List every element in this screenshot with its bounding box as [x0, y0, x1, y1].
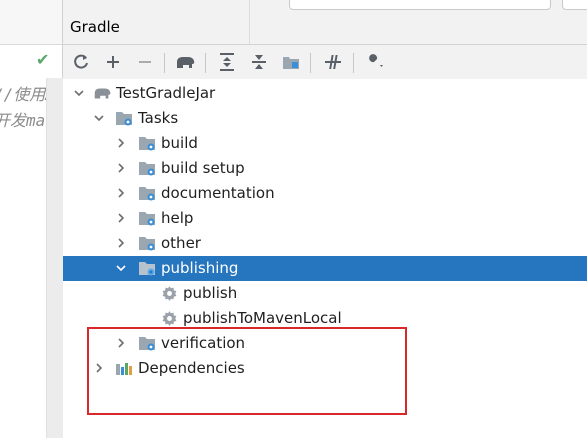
- checkmark-icon: ✔: [36, 50, 50, 69]
- tree-label-publish-to-maven-local: publishToMavenLocal: [183, 309, 342, 327]
- toolbar-separator: [310, 53, 311, 73]
- tree-row-build[interactable]: build: [63, 131, 587, 156]
- chevron-right-icon[interactable]: [114, 233, 128, 253]
- chevron-right-icon[interactable]: [114, 133, 128, 153]
- tree-row-tasks[interactable]: Tasks: [63, 106, 587, 131]
- tree-row-documentation[interactable]: documentation: [63, 181, 587, 206]
- gradle-tree: TestGradleJar Tasks build build setup do…: [63, 80, 587, 438]
- chevron-right-icon[interactable]: [92, 358, 106, 378]
- chevron-down-icon[interactable]: [72, 83, 86, 103]
- editor-scroll-gutter: [46, 78, 63, 438]
- gear-icon: [161, 310, 179, 327]
- task-folder-icon: [138, 260, 156, 277]
- task-folder-icon: [138, 210, 156, 227]
- tree-label-build: build: [161, 134, 198, 152]
- refresh-icon[interactable]: [69, 50, 93, 74]
- gradle-title: Gradle: [70, 18, 120, 36]
- dependencies-icon: [115, 360, 133, 377]
- chevron-down-icon[interactable]: [92, 108, 106, 128]
- toolbar-separator: [353, 53, 354, 73]
- gradle-tool-window: Gradle TestGradleJar Tasks build build s…: [63, 0, 587, 438]
- task-folder-icon: [138, 235, 156, 252]
- tree-label-publishing: publishing: [161, 259, 239, 277]
- tree-label-help: help: [161, 209, 194, 227]
- tree-label-documentation: documentation: [161, 184, 275, 202]
- editor-pane: ✔ //使用… 开发mav…: [0, 0, 65, 438]
- tree-label-root: TestGradleJar: [116, 84, 216, 102]
- chevron-right-icon[interactable]: [114, 208, 128, 228]
- task-folder-icon: [138, 160, 156, 177]
- tree-row-build-setup[interactable]: build setup: [63, 156, 587, 181]
- header-divider: [249, 0, 250, 44]
- task-folder-icon: [138, 185, 156, 202]
- task-folder-icon: [138, 335, 156, 352]
- toggle-offline-icon[interactable]: [321, 50, 345, 74]
- elephant-icon[interactable]: [173, 50, 197, 74]
- expand-all-icon[interactable]: [215, 50, 239, 74]
- gradle-toolbar: [63, 45, 587, 79]
- tree-row-publish-to-maven-local[interactable]: publishToMavenLocal: [63, 306, 587, 331]
- settings-wrench-icon[interactable]: [363, 50, 387, 74]
- chevron-right-icon[interactable]: [114, 158, 128, 178]
- tree-row-verification[interactable]: verification: [63, 331, 587, 356]
- tree-label-build-setup: build setup: [161, 159, 245, 177]
- elephant-icon: [92, 85, 111, 102]
- collapse-all-icon[interactable]: [247, 50, 271, 74]
- group-modules-icon[interactable]: [279, 50, 303, 74]
- header-search-field[interactable]: [289, 0, 551, 10]
- tree-label-publish: publish: [183, 284, 238, 302]
- gradle-header: Gradle: [63, 0, 587, 45]
- task-folder-icon: [115, 110, 133, 127]
- toolbar-separator: [205, 53, 206, 73]
- toolbar-separator: [164, 53, 165, 73]
- chevron-right-icon[interactable]: [114, 183, 128, 203]
- tree-label-other: other: [161, 234, 201, 252]
- tree-row-publishing[interactable]: publishing: [63, 256, 587, 281]
- tree-row-other[interactable]: other: [63, 231, 587, 256]
- tree-row-root[interactable]: TestGradleJar: [63, 81, 587, 106]
- tree-row-dependencies[interactable]: Dependencies: [63, 356, 587, 381]
- tree-row-help[interactable]: help: [63, 206, 587, 231]
- task-folder-icon: [138, 135, 156, 152]
- chevron-down-icon[interactable]: [114, 258, 128, 278]
- remove-icon[interactable]: [133, 50, 157, 74]
- chevron-right-icon[interactable]: [114, 333, 128, 353]
- add-icon[interactable]: [101, 50, 125, 74]
- tree-label-verification: verification: [161, 334, 246, 352]
- header-small-field[interactable]: [562, 0, 587, 10]
- gear-icon: [161, 285, 179, 302]
- editor-tab-bar: [0, 0, 62, 45]
- tree-label-dependencies: Dependencies: [138, 359, 245, 377]
- tree-label-tasks: Tasks: [138, 109, 179, 127]
- tree-row-publish[interactable]: publish: [63, 281, 587, 306]
